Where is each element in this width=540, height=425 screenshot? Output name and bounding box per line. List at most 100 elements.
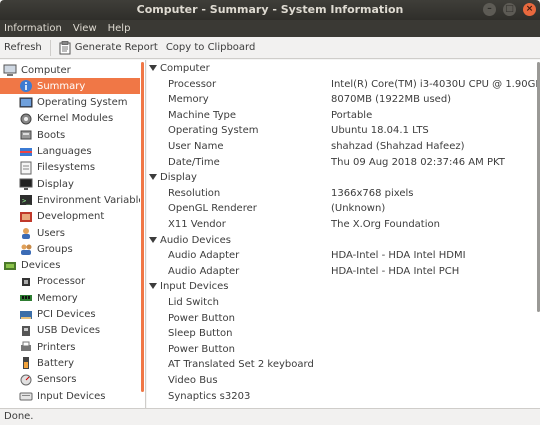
detail-row[interactable]: Resolution 1366x768 pixels bbox=[147, 187, 534, 202]
sidebar-item-boots[interactable]: Boots bbox=[0, 127, 140, 143]
detail-key: Memory bbox=[168, 94, 209, 106]
expander-arrow-icon[interactable] bbox=[149, 283, 157, 290]
sidebar-item-languages[interactable]: Languages bbox=[0, 144, 140, 160]
sidebar-item-label: Operating System bbox=[37, 97, 128, 109]
detail-row[interactable]: Audio Adapter HDA-Intel - HDA Intel PCH bbox=[147, 265, 534, 280]
sidebar-item-operating-system[interactable]: Operating System bbox=[0, 95, 140, 111]
sidebar-item-computer[interactable]: Computer bbox=[0, 62, 140, 78]
detail-key: Video Bus bbox=[168, 375, 218, 386]
detail-value: Thu 09 Aug 2018 02:37:46 AM PKT bbox=[331, 156, 505, 168]
report-icon bbox=[59, 40, 71, 54]
sidebar-item-environment-variables[interactable]: >_ Environment Variables bbox=[0, 192, 145, 208]
sidebar-scrollbar[interactable] bbox=[140, 60, 144, 408]
detail-row[interactable]: Power Button bbox=[147, 343, 534, 358]
sidebar-item-summary[interactable]: Summary bbox=[0, 78, 140, 95]
detail-value: 8070MB (1922MB used) bbox=[331, 94, 452, 106]
detail-value: Intel(R) Core(TM) i3-4030U CPU @ 1.90GHz bbox=[331, 78, 540, 90]
detail-row[interactable]: Power Button bbox=[147, 312, 534, 327]
sidebar-item-printers[interactable]: Printers bbox=[0, 339, 140, 355]
detail-value: Portable bbox=[331, 109, 373, 121]
detail-key: Machine Type bbox=[168, 109, 237, 121]
detail-key: Processor bbox=[168, 78, 217, 90]
toolbar: Refresh Generate Report Copy to Clipboar… bbox=[0, 37, 540, 59]
section-label: Input Devices bbox=[160, 281, 229, 293]
sidebar-item-pci-devices[interactable]: PCI Devices bbox=[0, 307, 140, 323]
section-header[interactable]: Input Devices bbox=[147, 280, 534, 295]
detail-row[interactable]: Processor Intel(R) Core(TM) i3-4030U CPU … bbox=[147, 78, 540, 93]
sidebar-item-development[interactable]: Development bbox=[0, 209, 140, 225]
detail-value: HDA-Intel - HDA Intel PCH bbox=[331, 265, 460, 277]
detail-row[interactable]: Video Bus bbox=[147, 374, 534, 389]
menu-bar: Information View Help bbox=[0, 20, 540, 37]
detail-row[interactable]: Date/Time Thu 09 Aug 2018 02:37:46 AM PKT bbox=[147, 156, 534, 171]
sidebar-item-devices[interactable]: Devices bbox=[0, 258, 140, 274]
section-header[interactable]: Display bbox=[147, 171, 534, 186]
sidebar-item-label: Battery bbox=[37, 357, 75, 369]
sidebar-item-label: Groups bbox=[37, 243, 73, 255]
sidebar-item-label: PCI Devices bbox=[37, 309, 96, 320]
sidebar-item-label: Kernel Modules bbox=[37, 113, 114, 125]
terminal-icon: >_ bbox=[20, 195, 32, 206]
toolbar-separator bbox=[49, 39, 51, 56]
sidebar-item-label: Computer bbox=[21, 64, 71, 76]
status-bar: Done. bbox=[0, 408, 540, 425]
sidebar-item-sensors[interactable]: Sensors bbox=[0, 372, 140, 388]
menu-view[interactable]: View bbox=[73, 23, 97, 34]
sidebar-item-processor[interactable]: Processor bbox=[0, 274, 140, 290]
sidebar-item-label: Devices bbox=[21, 260, 61, 272]
title-bar: Computer - Summary - System Information … bbox=[0, 0, 540, 20]
menu-help[interactable]: Help bbox=[108, 23, 131, 34]
sidebar-item-users[interactable]: Users bbox=[0, 225, 140, 241]
detail-row[interactable]: Operating System Ubuntu 18.04.1 LTS bbox=[147, 124, 534, 139]
development-icon bbox=[20, 211, 32, 222]
copy-to-clipboard-button[interactable]: Copy to Clipboard bbox=[162, 37, 260, 59]
minimize-button[interactable]: – bbox=[483, 3, 496, 16]
sidebar-item-battery[interactable]: Battery bbox=[0, 355, 140, 371]
detail-row[interactable]: Memory 8070MB (1922MB used) bbox=[147, 93, 534, 108]
maximize-button[interactable]: □ bbox=[503, 3, 516, 16]
detail-row[interactable]: AT Translated Set 2 keyboard bbox=[147, 358, 534, 373]
detail-row[interactable]: Sleep Button bbox=[147, 327, 534, 342]
sidebar-item-groups[interactable]: Groups bbox=[0, 241, 140, 257]
section-header[interactable]: Audio Devices bbox=[147, 234, 534, 249]
detail-row[interactable]: Synaptics s3203 bbox=[147, 390, 534, 405]
detail-row[interactable]: Audio Adapter HDA-Intel - HDA Intel HDMI bbox=[147, 249, 534, 264]
detail-key: User Name bbox=[168, 141, 224, 152]
sidebar-item-label: Memory bbox=[37, 292, 78, 304]
sidebar-scrollbar-thumb[interactable] bbox=[141, 62, 144, 392]
sidebar-item-label: Display bbox=[37, 178, 74, 190]
sidebar-item-usb-devices[interactable]: USB Devices bbox=[0, 323, 140, 339]
detail-row[interactable]: Machine Type Portable bbox=[147, 109, 534, 124]
detail-value: (Unknown) bbox=[331, 203, 386, 215]
section-header[interactable]: Computer bbox=[147, 62, 534, 77]
detail-row[interactable]: OpenGL Renderer (Unknown) bbox=[147, 202, 534, 217]
sidebar-item-label: Processor bbox=[37, 276, 86, 288]
generate-report-button[interactable]: Generate Report bbox=[55, 37, 162, 59]
sidebar-item-input-devices[interactable]: Input Devices bbox=[0, 388, 140, 404]
sidebar-item-display[interactable]: Display bbox=[0, 176, 140, 192]
sidebar-item-label: Filesystems bbox=[37, 162, 96, 174]
category-tree: Computer Summary Operating System Kernel Mo… bbox=[0, 60, 146, 408]
detail-value: 1366x768 pixels bbox=[331, 187, 414, 199]
detail-row[interactable]: Lid Switch bbox=[147, 296, 534, 311]
sensor-icon bbox=[20, 374, 32, 386]
detail-key: Power Button bbox=[168, 312, 235, 324]
status-text: Done. bbox=[4, 411, 34, 422]
sidebar-item-memory[interactable]: Memory bbox=[0, 290, 140, 306]
sidebar-item-label: USB Devices bbox=[37, 325, 101, 337]
detail-row[interactable]: User Name shahzad (Shahzad Hafeez) bbox=[147, 140, 534, 155]
expander-arrow-icon[interactable] bbox=[149, 174, 157, 181]
refresh-button[interactable]: Refresh bbox=[0, 37, 46, 59]
close-button[interactable]: × bbox=[523, 3, 536, 16]
sidebar-item-filesystems[interactable]: Filesystems bbox=[0, 160, 140, 176]
menu-information[interactable]: Information bbox=[4, 23, 62, 34]
sidebar-item-label: Boots bbox=[37, 129, 66, 141]
detail-row[interactable]: X11 Vendor The X.Org Foundation bbox=[147, 218, 534, 233]
details-scrollbar[interactable] bbox=[536, 60, 540, 408]
expander-arrow-icon[interactable] bbox=[149, 65, 157, 71]
copy-label: Copy to Clipboard bbox=[165, 42, 256, 53]
module-icon bbox=[20, 113, 32, 125]
expander-arrow-icon[interactable] bbox=[149, 236, 157, 243]
sidebar-item-kernel-modules[interactable]: Kernel Modules bbox=[0, 111, 140, 127]
detail-key: Sleep Button bbox=[168, 328, 233, 340]
